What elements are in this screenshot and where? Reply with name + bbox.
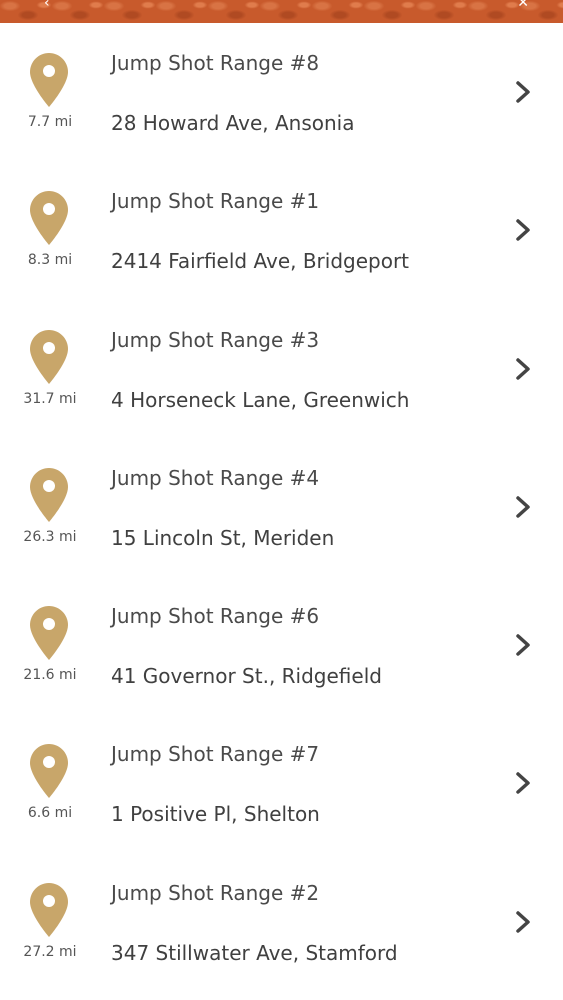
distance-label: 6.6 mi <box>27 805 73 822</box>
location-name: Jump Shot Range #3 <box>111 327 320 352</box>
chevron-right-icon[interactable] <box>513 80 533 104</box>
chevron-right-icon[interactable] <box>513 910 533 934</box>
close-icon[interactable]: ✕ <box>517 0 529 10</box>
location-name: Jump Shot Range #1 <box>111 189 320 214</box>
location-address: 41 Governor St., Ridgefield <box>111 664 382 689</box>
location-address: 347 Stillwater Ave, Stamford <box>111 940 398 965</box>
location-address: 1 Positive Pl, Shelton <box>111 802 320 827</box>
location-list: 7.7 mi Jump Shot Range #8 28 Howard Ave,… <box>0 23 563 991</box>
location-address: 28 Howard Ave, Ansonia <box>111 111 355 135</box>
location-name: Jump Shot Range #8 <box>111 51 320 75</box>
distance-label: 26.3 mi <box>23 528 77 545</box>
location-row[interactable]: 21.6 mi Jump Shot Range #6 41 Governor S… <box>0 576 563 714</box>
location-row[interactable]: 7.7 mi Jump Shot Range #8 28 Howard Ave,… <box>0 23 563 161</box>
location-address: 4 Horseneck Lane, Greenwich <box>111 387 410 412</box>
location-row[interactable]: 6.6 mi Jump Shot Range #7 1 Positive Pl,… <box>0 714 563 852</box>
map-pin-icon <box>30 53 68 107</box>
location-name: Jump Shot Range #2 <box>111 880 320 905</box>
location-row[interactable]: 8.3 mi Jump Shot Range #1 2414 Fairfield… <box>0 161 563 299</box>
map-pin-icon <box>30 467 68 522</box>
location-name: Jump Shot Range #7 <box>111 742 320 767</box>
chevron-right-icon[interactable] <box>513 633 533 657</box>
map-pin-icon <box>30 191 68 246</box>
distance-label: 31.7 mi <box>23 390 77 407</box>
chevron-right-icon[interactable] <box>513 218 533 242</box>
chevron-left-icon[interactable]: ‹ <box>44 0 50 10</box>
map-pin-icon <box>30 882 68 937</box>
map-pin-icon <box>30 744 68 799</box>
location-address: 2414 Fairfield Ave, Bridgeport <box>111 249 410 274</box>
header-bar: ‹ ✕ <box>0 0 563 23</box>
distance-label: 21.6 mi <box>23 667 77 684</box>
chevron-right-icon[interactable] <box>513 771 533 795</box>
location-row[interactable]: 27.2 mi Jump Shot Range #2 347 Stillwate… <box>0 853 563 991</box>
map-pin-icon <box>30 329 68 384</box>
chevron-right-icon[interactable] <box>513 357 533 381</box>
location-name: Jump Shot Range #6 <box>111 604 320 629</box>
distance-label: 8.3 mi <box>27 252 73 269</box>
location-row[interactable]: 26.3 mi Jump Shot Range #4 15 Lincoln St… <box>0 438 563 576</box>
distance-label: 7.7 mi <box>27 114 73 130</box>
location-row[interactable]: 31.7 mi Jump Shot Range #3 4 Horseneck L… <box>0 300 563 438</box>
location-name: Jump Shot Range #4 <box>111 465 320 490</box>
distance-label: 27.2 mi <box>23 943 77 960</box>
map-pin-icon <box>30 606 68 661</box>
chevron-right-icon[interactable] <box>513 495 533 519</box>
location-address: 15 Lincoln St, Meriden <box>111 525 335 550</box>
